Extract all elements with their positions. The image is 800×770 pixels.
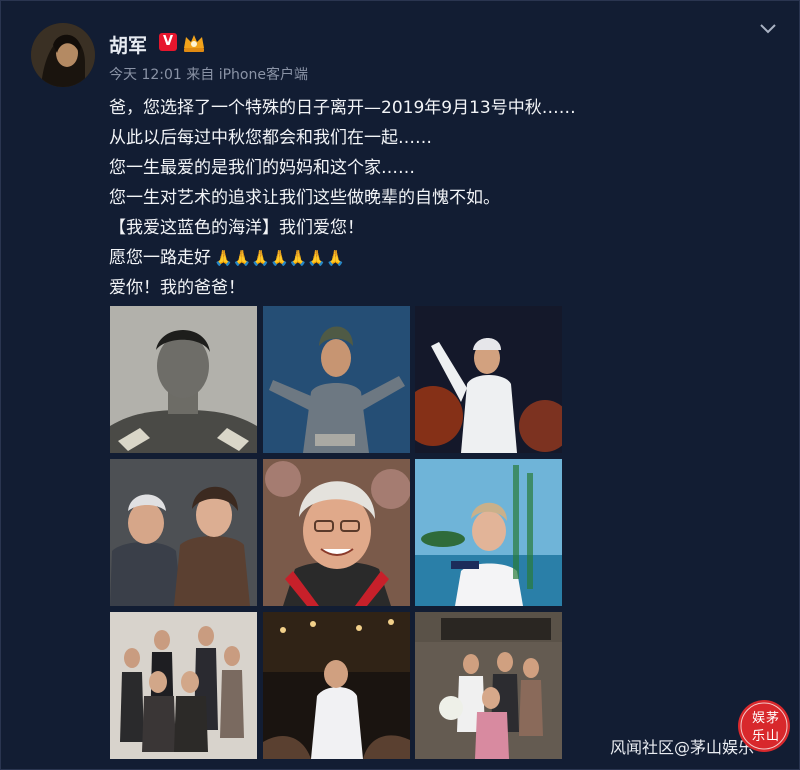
svg-text:乐: 乐 bbox=[752, 729, 765, 744]
post-text-line: 爱你！我的爸爸！ bbox=[109, 278, 245, 298]
avatar[interactable] bbox=[31, 23, 95, 87]
photo-family-group[interactable] bbox=[110, 612, 257, 759]
post-text-line: 愿您一路走好 🙏🙏🙏🙏🙏🙏🙏 bbox=[109, 243, 345, 268]
watermark-text: 风闻社区@茅山娱乐 bbox=[610, 738, 755, 757]
photo-white-uniform-stage[interactable] bbox=[415, 306, 562, 453]
author-name[interactable]: 胡军 bbox=[109, 31, 147, 58]
photo-couple-portrait[interactable] bbox=[110, 459, 257, 606]
post-text-line: 爸，您选择了一个特殊的日子离开—2019年9月13号中秋…… bbox=[109, 98, 576, 118]
verified-badge-icon: V bbox=[159, 33, 177, 51]
svg-text:山: 山 bbox=[766, 729, 779, 744]
watermark-seal-logo: 娱 茅 乐 山 bbox=[736, 698, 792, 754]
post-text-line: 从此以后每过中秋您都会和我们在一起…… bbox=[109, 128, 432, 148]
photo-young-soldier[interactable] bbox=[110, 306, 257, 453]
photo-album-cover[interactable] bbox=[415, 459, 562, 606]
photo-smiling-portrait[interactable] bbox=[263, 459, 410, 606]
post-text-line: 您一生最爱的是我们的妈妈和这个家…… bbox=[109, 158, 415, 178]
svg-text:娱: 娱 bbox=[752, 711, 765, 726]
svg-text:茅: 茅 bbox=[766, 711, 779, 726]
post-meta: 今天 12:01 来自 iPhone客户端 bbox=[109, 67, 308, 83]
pray-emoji-icons: 🙏🙏🙏🙏🙏🙏🙏 bbox=[214, 249, 345, 267]
post-text-line: 【我爱这蓝色的海洋】我们爱您！ bbox=[109, 218, 364, 238]
weibo-post-card: 胡军 V 今天 12:01 来自 iPhone客户端 爸，您选择了一个特殊的日子… bbox=[0, 0, 800, 770]
photo-concert-performance[interactable] bbox=[263, 612, 410, 759]
farewell-text: 愿您一路走好 bbox=[109, 248, 211, 268]
chevron-down-icon[interactable] bbox=[758, 21, 778, 37]
photo-ceremony-group[interactable] bbox=[415, 612, 562, 759]
photo-stage-singer[interactable] bbox=[263, 306, 410, 453]
vip-crown-icon bbox=[184, 35, 204, 52]
post-text-line: 您一生对艺术的追求让我们这些做晚辈的自愧不如。 bbox=[109, 188, 500, 208]
